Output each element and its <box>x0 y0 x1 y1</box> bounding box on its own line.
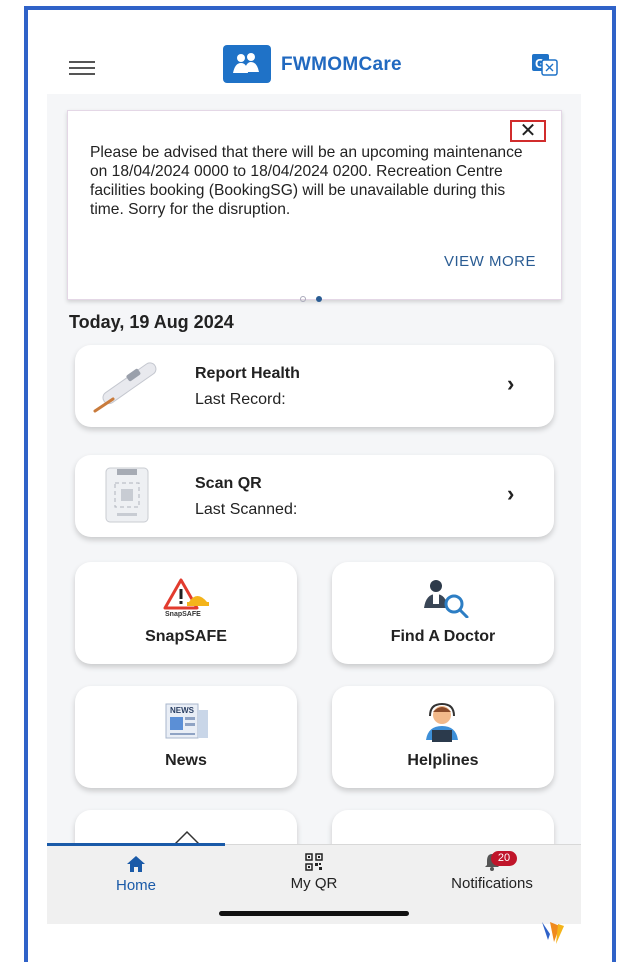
watermark-logo-icon <box>542 922 564 944</box>
scan-qr-card[interactable]: Scan QR Last Scanned: › <box>75 455 554 537</box>
app-logo-icon <box>223 45 271 83</box>
top-app-bar: FWMOMCare G <box>47 44 581 94</box>
carousel-dot-active[interactable] <box>316 296 322 302</box>
snapsafe-icon: SnapSAFE <box>163 578 209 618</box>
translate-icon[interactable]: G <box>531 53 559 77</box>
news-label: News <box>165 752 207 769</box>
bottom-navigation: Home My QR Notifications 20 <box>47 843 581 924</box>
maintenance-banner: ✕ Please be advised that there will be a… <box>67 110 562 302</box>
news-tile[interactable]: NEWS News <box>75 686 297 788</box>
active-tab-indicator <box>47 843 225 846</box>
chevron-right-icon: › <box>507 481 515 506</box>
home-indicator-bar[interactable] <box>219 911 409 916</box>
snapsafe-label: SnapSAFE <box>145 628 227 645</box>
news-icon: NEWS <box>165 703 208 739</box>
scan-qr-last-scanned: Last Scanned: <box>195 501 298 518</box>
nav-notifications-label: Notifications <box>451 875 533 892</box>
nav-home-label: Home <box>115 877 156 894</box>
chevron-right-icon: › <box>507 371 515 396</box>
nav-my-qr-label: My QR <box>290 875 338 892</box>
date-heading: Today, 19 Aug 2024 <box>69 312 234 332</box>
qr-code-icon <box>305 853 323 871</box>
home-icon <box>127 856 145 872</box>
carousel-dot[interactable] <box>300 296 306 302</box>
qr-scanner-icon <box>105 467 149 523</box>
hamburger-menu-icon[interactable] <box>69 58 95 78</box>
report-health-title: Report Health <box>195 365 300 382</box>
snapsafe-icon-caption: SnapSAFE <box>165 611 201 618</box>
doctor-search-icon <box>424 580 469 618</box>
banner-message: Please be advised that there will be an … <box>90 144 523 218</box>
helplines-tile[interactable]: Helplines <box>332 686 554 788</box>
carousel-dots[interactable] <box>300 289 332 307</box>
news-icon-caption: NEWS <box>170 706 195 715</box>
snapsafe-tile[interactable]: SnapSAFE SnapSAFE <box>75 562 297 664</box>
helplines-label: Helplines <box>407 752 479 769</box>
report-health-last-record: Last Record: <box>195 391 286 408</box>
notification-count-badge: 20 <box>491 851 517 866</box>
nav-home[interactable]: Home <box>47 855 225 894</box>
find-a-doctor-tile[interactable]: Find A Doctor <box>332 562 554 664</box>
thermometer-icon <box>93 362 157 413</box>
view-more-link[interactable]: VIEW MORE <box>444 253 536 270</box>
app-title: FWMOMCare <box>281 54 402 75</box>
report-health-card[interactable]: Report Health Last Record: › <box>75 345 554 427</box>
banner-close-button[interactable]: ✕ <box>510 120 546 142</box>
helpline-agent-icon <box>426 702 458 742</box>
app-screen: FWMOMCare G ✕ Please be advised that the… <box>47 44 581 924</box>
nav-my-qr[interactable]: My QR <box>225 853 403 892</box>
scan-qr-title: Scan QR <box>195 475 262 492</box>
find-a-doctor-label: Find A Doctor <box>390 628 496 645</box>
